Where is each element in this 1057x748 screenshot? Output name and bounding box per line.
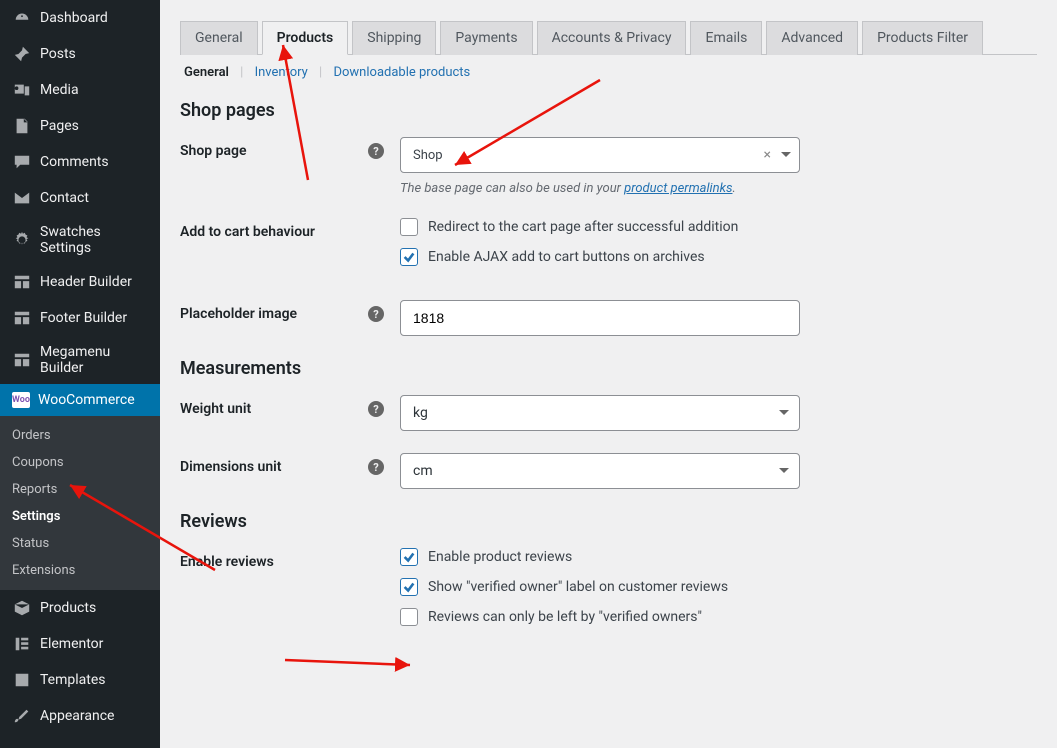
section-measurements: Measurements	[180, 358, 1037, 379]
tab-general[interactable]: General	[180, 21, 258, 55]
label-enable-reviews: Enable product reviews	[428, 549, 572, 565]
label-dimensions: Dimensions unit?	[180, 453, 400, 475]
help-icon[interactable]: ?	[368, 306, 384, 322]
sub-coupons[interactable]: Coupons	[0, 449, 160, 476]
tab-emails[interactable]: Emails	[690, 21, 762, 55]
menu-pages[interactable]: Pages	[0, 108, 160, 144]
subtab-general[interactable]: General	[180, 65, 233, 80]
tab-advanced[interactable]: Advanced	[766, 21, 858, 55]
subtab-inventory[interactable]: Inventory	[251, 65, 312, 80]
shop-page-desc: The base page can also be used in your p…	[400, 181, 820, 196]
dimensions-select[interactable]: cm	[400, 453, 800, 489]
label-redirect: Redirect to the cart page after successf…	[428, 219, 738, 235]
chevron-down-icon	[781, 152, 791, 162]
checkbox-enable-reviews[interactable]	[400, 548, 418, 566]
grid-icon	[12, 272, 32, 292]
checkbox-ajax[interactable]	[400, 248, 418, 266]
box-icon	[12, 598, 32, 618]
checkbox-verified-only[interactable]	[400, 608, 418, 626]
products-subtabs: General | Inventory | Downloadable produ…	[180, 65, 1037, 80]
gear-icon	[12, 230, 32, 250]
tab-shipping[interactable]: Shipping	[352, 21, 436, 55]
checkbox-verified-label[interactable]	[400, 578, 418, 596]
dashboard-icon	[12, 8, 32, 28]
mail-icon	[12, 188, 32, 208]
sub-extensions[interactable]: Extensions	[0, 557, 160, 584]
label-weight: Weight unit?	[180, 395, 400, 417]
tab-payments[interactable]: Payments	[440, 21, 532, 55]
label-enable-reviews: Enable reviews	[180, 548, 400, 570]
menu-comments[interactable]: Comments	[0, 144, 160, 180]
permalinks-link[interactable]: product permalinks	[624, 181, 732, 196]
sub-settings[interactable]: Settings	[0, 503, 160, 530]
label-verified-label: Show "verified owner" label on customer …	[428, 579, 728, 595]
menu-woocommerce[interactable]: WooWooCommerce	[0, 384, 160, 416]
checkbox-redirect[interactable]	[400, 218, 418, 236]
menu-header-builder[interactable]: Header Builder	[0, 264, 160, 300]
tab-accounts[interactable]: Accounts & Privacy	[537, 21, 687, 55]
grid-icon	[12, 350, 32, 370]
label-shop-page: Shop page?	[180, 137, 400, 159]
comment-icon	[12, 152, 32, 172]
sub-orders[interactable]: Orders	[0, 422, 160, 449]
main-content: General Products Shipping Payments Accou…	[160, 0, 1057, 748]
admin-sidebar: Dashboard Posts Media Pages Comments Con…	[0, 0, 160, 748]
chevron-down-icon	[779, 468, 789, 478]
help-icon[interactable]: ?	[368, 143, 384, 159]
tab-products[interactable]: Products	[262, 21, 349, 55]
menu-dashboard[interactable]: Dashboard	[0, 0, 160, 36]
label-placeholder: Placeholder image?	[180, 300, 400, 322]
brush-icon	[12, 706, 32, 726]
sub-reports[interactable]: Reports	[0, 476, 160, 503]
elementor-icon	[12, 634, 32, 654]
menu-contact[interactable]: Contact	[0, 180, 160, 216]
template-icon	[12, 670, 32, 690]
annotation-arrow	[280, 650, 420, 680]
sub-status[interactable]: Status	[0, 530, 160, 557]
section-shop-pages: Shop pages	[180, 100, 1037, 121]
pin-icon	[12, 44, 32, 64]
settings-tabs: General Products Shipping Payments Accou…	[180, 20, 1037, 55]
label-ajax: Enable AJAX add to cart buttons on archi…	[428, 249, 705, 265]
menu-templates[interactable]: Templates	[0, 662, 160, 698]
menu-swatches[interactable]: Swatches Settings	[0, 216, 160, 264]
page-icon	[12, 116, 32, 136]
placeholder-input[interactable]	[400, 300, 800, 336]
chevron-down-icon	[779, 410, 789, 420]
menu-products[interactable]: Products	[0, 590, 160, 626]
menu-footer-builder[interactable]: Footer Builder	[0, 300, 160, 336]
label-verified-only: Reviews can only be left by "verified ow…	[428, 609, 702, 625]
menu-media[interactable]: Media	[0, 72, 160, 108]
woo-icon: Woo	[12, 392, 30, 408]
help-icon[interactable]: ?	[368, 401, 384, 417]
label-add-to-cart: Add to cart behaviour	[180, 218, 400, 240]
menu-elementor[interactable]: Elementor	[0, 626, 160, 662]
subtab-downloadable[interactable]: Downloadable products	[329, 65, 474, 80]
menu-posts[interactable]: Posts	[0, 36, 160, 72]
help-icon[interactable]: ?	[368, 459, 384, 475]
shop-page-select[interactable]: Shop ×	[400, 137, 800, 173]
menu-appearance[interactable]: Appearance	[0, 698, 160, 734]
section-reviews: Reviews	[180, 511, 1037, 532]
weight-select[interactable]: kg	[400, 395, 800, 431]
grid-icon	[12, 308, 32, 328]
media-icon	[12, 80, 32, 100]
tab-products-filter[interactable]: Products Filter	[862, 21, 983, 55]
menu-megamenu[interactable]: Megamenu Builder	[0, 336, 160, 384]
submenu-woocommerce: Orders Coupons Reports Settings Status E…	[0, 416, 160, 590]
clear-icon[interactable]: ×	[764, 147, 771, 163]
